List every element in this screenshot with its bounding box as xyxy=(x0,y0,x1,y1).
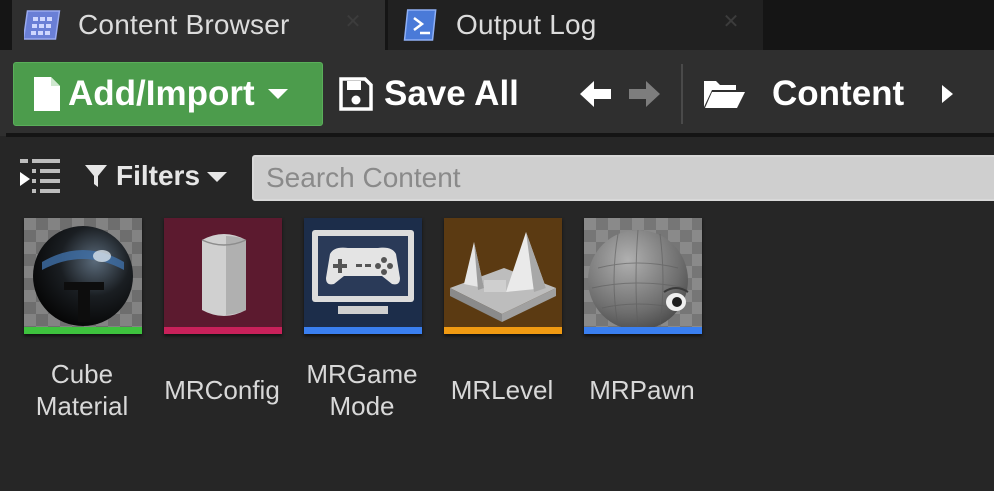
search-input[interactable] xyxy=(252,155,994,201)
breadcrumb-content[interactable]: Content xyxy=(702,62,904,126)
sources-panel-toggle-icon[interactable] xyxy=(18,155,64,197)
content-browser-icon xyxy=(22,7,64,43)
material-sphere-icon xyxy=(24,218,142,334)
level-icon xyxy=(444,218,562,334)
asset-tile-mrpawn[interactable]: MRPawn xyxy=(584,218,724,405)
tab-output-log[interactable]: Output Log ✕ xyxy=(388,0,763,50)
filters-dropdown[interactable]: Filters xyxy=(84,156,228,196)
add-import-label: Add/Import xyxy=(68,74,255,113)
asset-type-color-bar xyxy=(164,327,282,334)
chevron-down-icon xyxy=(206,170,228,182)
asset-tile-mrlevel[interactable]: MRLevel xyxy=(444,218,584,405)
save-all-button[interactable]: Save All xyxy=(338,62,519,126)
folder-open-icon xyxy=(702,77,746,111)
breadcrumb-arrow-icon[interactable] xyxy=(938,82,956,106)
close-icon[interactable]: ✕ xyxy=(343,12,363,32)
save-icon xyxy=(338,76,374,112)
config-icon xyxy=(164,218,282,334)
game-mode-icon xyxy=(304,218,422,334)
asset-name: MRConfig xyxy=(164,375,280,405)
asset-tile-cube-material[interactable]: Cube Material xyxy=(24,218,164,421)
breadcrumb-label: Content xyxy=(772,74,905,113)
add-import-button[interactable]: Add/Import xyxy=(13,62,323,126)
close-icon[interactable]: ✕ xyxy=(721,12,741,32)
tab-label: Output Log xyxy=(456,9,597,40)
tab-bar: Content Browser ✕ Output Log ✕ xyxy=(0,0,994,50)
toolbar-divider xyxy=(681,64,683,124)
back-arrow-icon[interactable] xyxy=(578,76,614,112)
asset-type-color-bar xyxy=(24,327,142,334)
asset-name: MRGame Mode xyxy=(306,359,418,421)
asset-type-color-bar xyxy=(584,327,702,334)
filters-label: Filters xyxy=(116,160,201,191)
chevron-down-icon xyxy=(267,87,289,101)
asset-name: Cube Material xyxy=(35,359,129,421)
new-file-icon xyxy=(32,75,62,113)
asset-tile-mrconfig[interactable]: MRConfig xyxy=(164,218,304,405)
asset-name: MRLevel xyxy=(450,375,554,405)
toolbar-divider-line xyxy=(6,133,994,137)
save-all-label: Save All xyxy=(384,74,519,113)
forward-arrow-icon[interactable] xyxy=(626,76,662,112)
filter-funnel-icon xyxy=(84,163,108,189)
asset-type-color-bar xyxy=(304,327,422,334)
asset-name: MRPawn xyxy=(589,375,695,405)
pawn-icon xyxy=(584,218,702,334)
output-log-icon xyxy=(402,7,442,43)
asset-type-color-bar xyxy=(444,327,562,334)
tab-label: Content Browser xyxy=(78,9,290,40)
tab-content-browser[interactable]: Content Browser ✕ xyxy=(12,0,385,50)
asset-tile-mrgamemode[interactable]: MRGame Mode xyxy=(304,218,444,421)
